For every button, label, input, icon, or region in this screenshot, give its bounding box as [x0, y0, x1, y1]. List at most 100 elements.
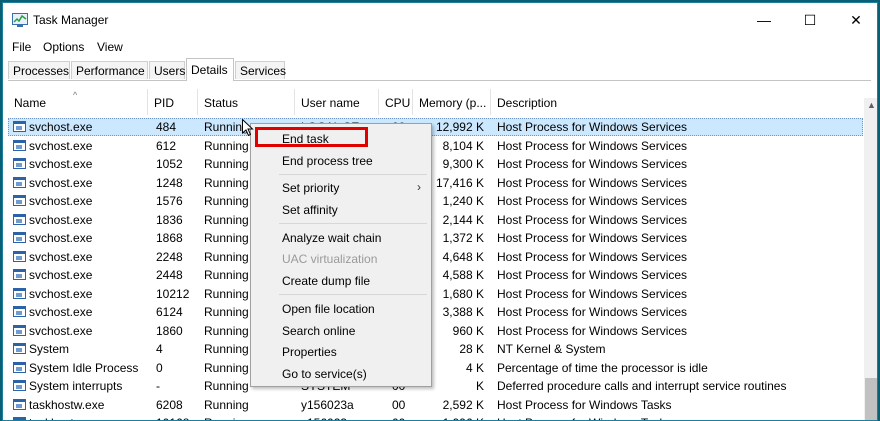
- menu-options[interactable]: Options: [43, 40, 84, 54]
- scroll-up-arrow-icon[interactable]: ▲: [864, 98, 877, 113]
- title-bar[interactable]: Task Manager — ☐ ✕: [3, 3, 877, 37]
- column-header-memory[interactable]: Memory (p...: [413, 89, 491, 115]
- tab-services[interactable]: Services: [235, 61, 286, 79]
- table-row[interactable]: svchost.exe 1868 Running 1,372 K Host Proces…: [8, 229, 863, 247]
- process-window-icon: [13, 306, 26, 317]
- tab-performance[interactable]: Performance: [71, 61, 148, 79]
- table-row[interactable]: svchost.exe 1576 Running 1,240 K Host Proces…: [8, 192, 863, 210]
- cell-pid: 1860: [156, 323, 183, 338]
- menu-file[interactable]: File: [12, 40, 31, 54]
- menu-search-online[interactable]: Search online: [282, 324, 355, 338]
- process-table: Name ^ PID Status User name CPU Memory (…: [8, 89, 863, 420]
- cell-description: Host Process for Windows Services: [497, 157, 688, 171]
- process-window-icon: [13, 417, 26, 420]
- table-row[interactable]: svchost.exe 1248 Running 17,416 K Host Proce…: [8, 174, 863, 192]
- table-row[interactable]: svchost.exe 1052 Running 9,300 K Host Proces…: [8, 155, 863, 173]
- tab-users[interactable]: Users: [149, 61, 185, 79]
- table-row[interactable]: taskhostw.exe 6208 Running y156023a 00 2,592 …: [8, 396, 863, 414]
- menu-create-dump-file[interactable]: Create dump file: [282, 274, 370, 288]
- maximize-button[interactable]: ☐: [787, 3, 833, 37]
- cell-status: Running: [204, 414, 292, 420]
- process-name: System interrupts: [29, 379, 123, 393]
- table-row[interactable]: taskhostw.exe 10168 Running y156023a 001,996…: [8, 414, 863, 420]
- cell-pid: 1868: [156, 231, 183, 245]
- table-row[interactable]: svchost.exe 1836 Running 2,144 K Host Proces…: [8, 211, 863, 229]
- cell-description: Host Process for Windows Services: [497, 249, 688, 264]
- column-header-user-name[interactable]: User name: [295, 89, 379, 115]
- cell-memory: 1,996 K: [413, 414, 484, 420]
- process-name: svchost.exe: [29, 120, 93, 134]
- tab-processes[interactable]: Processes: [8, 61, 70, 79]
- process-name: System Idle Process: [29, 360, 139, 375]
- close-button[interactable]: ✕: [833, 3, 877, 37]
- menu-set-priority[interactable]: Set priority: [282, 181, 339, 195]
- vertical-scrollbar[interactable]: ▲: [864, 98, 877, 420]
- process-window-icon: [13, 361, 26, 373]
- process-window-icon: [13, 343, 26, 354]
- column-header-name[interactable]: Name: [8, 89, 148, 115]
- tab-details[interactable]: Details: [186, 58, 234, 81]
- column-header-description[interactable]: Description: [491, 89, 863, 115]
- cell-description: Host Process for Windows Services: [497, 120, 688, 134]
- process-window-icon: [13, 195, 26, 206]
- cell-cpu: 00: [392, 414, 412, 420]
- column-header-status[interactable]: Status: [198, 89, 295, 115]
- process-window-icon: [13, 232, 26, 243]
- process-name: svchost.exe: [29, 249, 93, 264]
- cell-status: Running: [204, 397, 249, 412]
- context-menu: End task End process tree Set priority ›…: [250, 123, 432, 387]
- table-row[interactable]: System interrupts-RunningSYSTEM00KDeferr…: [8, 377, 863, 395]
- column-header-pid[interactable]: PID: [148, 89, 198, 115]
- cell-description: Host Process for Windows Services: [497, 231, 688, 245]
- process-window-icon: [13, 139, 26, 151]
- process-name: svchost.exe: [29, 305, 93, 319]
- cell-description: Host Process for Windows Services: [497, 138, 688, 153]
- table-row[interactable]: svchost.exe 2248 Running 4,648 K Host Proces…: [8, 248, 863, 266]
- cell-description: Host Process for Windows Services: [497, 194, 688, 208]
- column-header-cpu[interactable]: CPU: [379, 89, 413, 115]
- cell-pid: 10168: [156, 414, 198, 420]
- cell-pid: 6208: [156, 397, 183, 412]
- cell-description: Host Process for Windows Services: [497, 212, 688, 227]
- cell-cpu: 00: [392, 397, 406, 412]
- cell-description: Host Process for Windows Tasks: [497, 414, 859, 420]
- table-row[interactable]: svchost.exe 1860 Running 960 K Host Process …: [8, 322, 863, 340]
- menu-bar: File Options View: [3, 37, 877, 57]
- table-row[interactable]: svchost.exe 612 Running 8,104 K Host Process…: [8, 137, 863, 155]
- process-name: svchost.exe: [29, 323, 93, 338]
- cell-description: Host Process for Windows Services: [497, 175, 688, 190]
- scrollbar-thumb[interactable]: [865, 378, 877, 420]
- menu-properties[interactable]: Properties: [282, 345, 337, 359]
- task-manager-window: Task Manager — ☐ ✕ File Options View Pro…: [2, 2, 878, 421]
- process-name: svchost.exe: [29, 212, 93, 227]
- cell-pid: 1836: [156, 212, 183, 227]
- process-name: svchost.exe: [29, 175, 93, 190]
- menu-end-process-tree[interactable]: End process tree: [282, 154, 373, 168]
- process-name: svchost.exe: [29, 268, 93, 282]
- menu-go-to-services[interactable]: Go to service(s): [282, 367, 367, 381]
- table-row[interactable]: System Idle Process 0 Running 4 K Percentage…: [8, 359, 863, 377]
- cell-user: y156023a: [301, 414, 377, 420]
- table-row[interactable]: svchost.exe 6124 Running 3,388 K Host Proces…: [8, 303, 863, 321]
- menu-separator: [279, 174, 427, 175]
- process-name: System: [29, 342, 70, 356]
- cell-description: Host Process for Windows Services: [497, 323, 688, 338]
- minimize-button[interactable]: —: [741, 3, 787, 37]
- menu-set-affinity[interactable]: Set affinity: [282, 203, 338, 217]
- table-row[interactable]: svchost.exe484RunningLOCAL SE...0012,992…: [8, 118, 863, 136]
- table-row[interactable]: svchost.exe 2448 Running 4,588 K Host Proces…: [8, 266, 863, 284]
- menu-view[interactable]: View: [97, 40, 123, 54]
- cell-description: NT Kernel & System: [497, 342, 606, 356]
- menu-open-file-location[interactable]: Open file location: [282, 302, 375, 316]
- process-name: taskhostw.exe: [29, 414, 149, 420]
- table-row[interactable]: System 4 Running 28 K NT Kernel & System: [8, 340, 863, 358]
- table-row[interactable]: svchost.exe 10212 Running 1,680 K Host Proce…: [8, 285, 863, 303]
- cell-memory: 2,592 K: [442, 397, 484, 412]
- process-window-icon: [13, 324, 26, 336]
- mouse-pointer-icon: [242, 119, 254, 137]
- menu-analyze-wait-chain[interactable]: Analyze wait chain: [282, 231, 381, 245]
- process-name: svchost.exe: [29, 138, 93, 153]
- cell-description: Percentage of time the processor is idle: [497, 360, 708, 375]
- cell-user: y156023a: [301, 397, 354, 412]
- process-window-icon: [13, 176, 26, 188]
